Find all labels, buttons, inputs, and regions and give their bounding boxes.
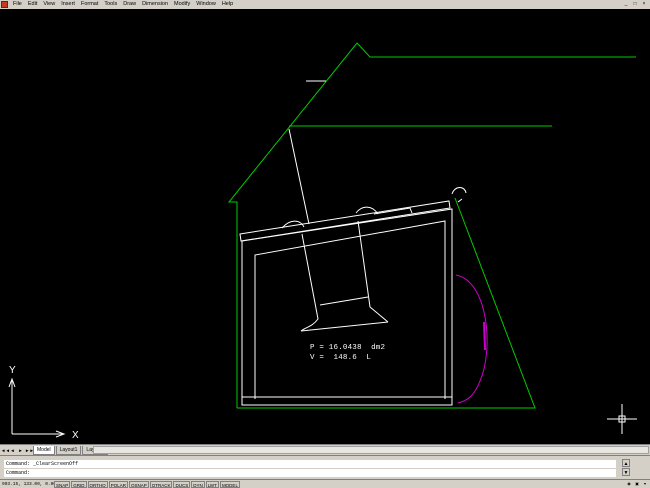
horizontal-scrollbar[interactable]	[93, 446, 649, 454]
menu-window[interactable]: Window	[193, 0, 219, 9]
last-tab-button[interactable]: ►►	[25, 447, 34, 454]
snap-toggle[interactable]: SNAP	[54, 480, 71, 488]
minimize-button[interactable]: _	[622, 1, 630, 8]
restore-button[interactable]: □	[631, 1, 639, 8]
tab-layout1[interactable]: Layout1	[55, 445, 82, 455]
command-window: Command: _ClearScreenOff Command: ▲ ▼	[0, 455, 650, 479]
chassis-inner-frame	[254, 220, 446, 399]
command-input[interactable]: Command:	[4, 469, 616, 477]
magenta-geometry	[455, 274, 488, 404]
command-scrollbar[interactable]: ▲ ▼	[622, 459, 648, 477]
window-controls: _ □ ×	[622, 1, 648, 8]
grid-toggle[interactable]: GRID	[71, 480, 87, 488]
crosshair-cursor	[607, 404, 637, 434]
scroll-up-icon[interactable]: ▲	[622, 459, 630, 467]
tray-settings-icon[interactable]: ▾	[642, 481, 648, 487]
menu-bar: File Edit View Insert Format Tools Draw …	[0, 0, 650, 9]
menu-insert[interactable]: Insert	[58, 0, 78, 9]
menu-dimension[interactable]: Dimension	[139, 0, 171, 9]
inner-cylinder-band	[319, 296, 369, 306]
tab-model[interactable]: Model	[33, 445, 55, 455]
model-toggle[interactable]: MODEL	[219, 480, 240, 488]
ucs-axis-labels: Y X	[9, 365, 79, 441]
command-history-line: Command: _ClearScreenOff	[4, 460, 616, 468]
close-button[interactable]: ×	[640, 1, 648, 8]
menu-format[interactable]: Format	[78, 0, 101, 9]
volume-annotation: V = 148.6 L	[310, 354, 372, 362]
first-tab-button[interactable]: ◄◄	[1, 447, 10, 454]
support-strut-line	[288, 128, 310, 225]
dyn-toggle[interactable]: DYN	[191, 480, 205, 488]
lower-boundary-line	[237, 197, 536, 409]
side-handle-highlight	[483, 321, 486, 351]
ucs-axis-icon	[8, 377, 66, 438]
area-annotation: P = 16.0438 dm2	[310, 344, 386, 352]
otrack-toggle[interactable]: OTRACK	[149, 480, 173, 488]
prev-tab-button[interactable]: ◄	[9, 447, 16, 454]
scroll-down-icon[interactable]: ▼	[622, 468, 630, 476]
menu-modify[interactable]: Modify	[171, 0, 193, 9]
lwt-toggle[interactable]: LWT	[205, 480, 219, 488]
menu-edit[interactable]: Edit	[25, 0, 40, 9]
cad-drawing: Y X	[8, 42, 637, 441]
comm-center-icon[interactable]: ◉	[626, 481, 632, 487]
ducs-toggle[interactable]: DUCS	[173, 480, 191, 488]
autocad-logo-icon[interactable]	[1, 1, 8, 8]
layout-tab-bar: ◄◄ ◄ ► ►► Model Layout1 Layout2	[0, 444, 650, 455]
menu-tools[interactable]: Tools	[101, 0, 120, 9]
ortho-toggle[interactable]: ORTHO	[87, 480, 108, 488]
inner-cylinder-left	[300, 233, 319, 332]
menu-file[interactable]: File	[10, 0, 25, 9]
status-bar: 993.15, 133.00, 0.00 SNAP GRID ORTHO POL…	[0, 479, 650, 488]
menu-draw[interactable]: Draw	[120, 0, 139, 9]
ucs-x-label: X	[72, 430, 79, 441]
menu-help[interactable]: Help	[219, 0, 236, 9]
drawing-canvas[interactable]: Y X P = 16.0438 dm2 V = 148.6 L	[0, 9, 650, 444]
side-handle-arc	[455, 274, 488, 404]
status-tray: ◉ ▣ ▾	[626, 481, 648, 487]
lid-bracket	[373, 207, 413, 215]
osnap-toggle[interactable]: OSNAP	[128, 480, 149, 488]
hook-shape	[451, 187, 467, 203]
lock-icon[interactable]: ▣	[634, 481, 640, 487]
top-lid-plate	[239, 200, 451, 242]
menu-view[interactable]: View	[40, 0, 58, 9]
roof-and-wall-outline	[227, 42, 636, 408]
ucs-y-label: Y	[9, 365, 16, 376]
coordinates-readout[interactable]: 993.15, 133.00, 0.00	[0, 482, 54, 487]
outline-geometry	[227, 42, 636, 409]
polar-toggle[interactable]: POLAR	[108, 480, 128, 488]
next-tab-button[interactable]: ►	[17, 447, 24, 454]
